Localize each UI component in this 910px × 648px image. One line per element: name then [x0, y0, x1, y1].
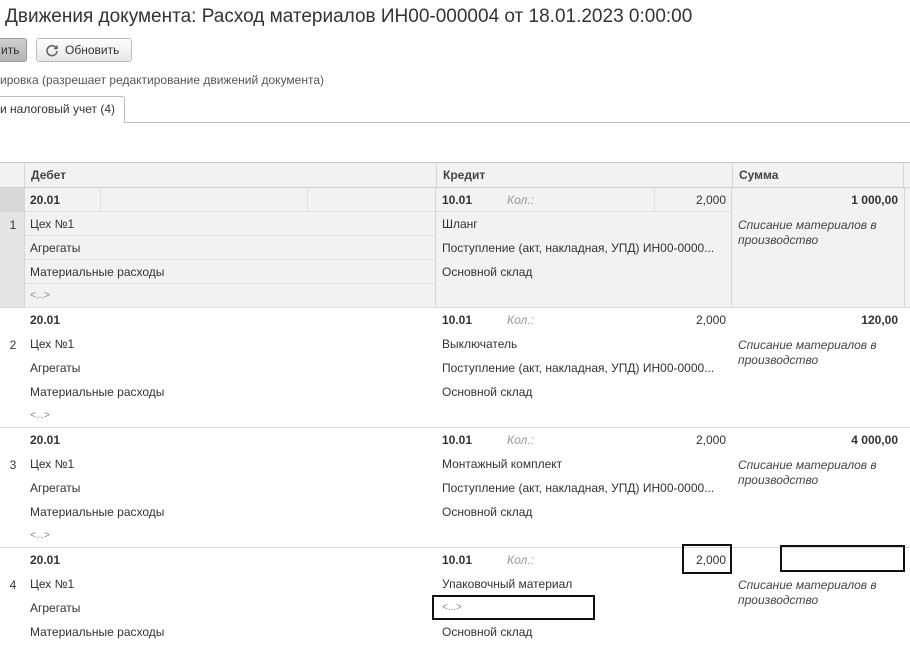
table-header: Дебет Кредит Сумма — [0, 163, 910, 188]
movements-table[interactable]: Дебет Кредит Сумма 1 20.01 Цех №1 Агрега… — [0, 162, 910, 648]
kredit-subconto-3[interactable]: Основной склад — [436, 260, 732, 284]
column-divider — [435, 188, 436, 307]
row-number-cell: 3 — [0, 428, 24, 547]
kredit-subconto-3[interactable]: Основной склад — [436, 380, 732, 404]
column-divider — [731, 188, 732, 307]
column-divider — [904, 188, 905, 307]
row-number: 3 — [9, 458, 17, 472]
debet-subconto-1[interactable]: Цех №1 — [24, 572, 436, 596]
debet-subconto-1[interactable]: Цех №1 — [24, 332, 436, 356]
cell-divider — [100, 188, 101, 212]
kredit-subconto-3[interactable]: Основной склад — [436, 500, 732, 524]
qty-label: Кол.: — [507, 313, 534, 327]
debet-subconto-3[interactable]: Материальные расходы — [24, 260, 436, 284]
refresh-button-label: Обновить — [65, 43, 120, 57]
kredit-subconto-1[interactable]: Выключатель — [436, 332, 732, 356]
tab-divider — [124, 122, 910, 123]
kredit-subconto-2[interactable]: Поступление (акт, накладная, УПД) ИН00-0… — [436, 236, 732, 260]
kredit-subconto-1[interactable]: Монтажный комплект — [436, 452, 732, 476]
cell-divider — [307, 188, 308, 212]
debet-subconto-3[interactable]: Материальные расходы — [24, 380, 436, 404]
subconto-highlight-box — [432, 595, 595, 620]
comment[interactable]: Списание материалов в производство — [738, 218, 898, 248]
table-row[interactable]: 3 20.01 Цех №1 Агрегаты Материальные рас… — [0, 428, 910, 548]
qty-label: Кол.: — [507, 193, 534, 207]
kredit-quantity[interactable]: 2,000 — [655, 308, 732, 332]
column-header-kredit[interactable]: Кредит — [436, 163, 732, 188]
qty-label: Кол.: — [507, 433, 534, 447]
row-number-cell: 1 — [0, 188, 24, 307]
column-divider — [24, 188, 25, 307]
kredit-quantity[interactable]: 2,000 — [655, 188, 732, 212]
amount[interactable]: 1 000,00 — [732, 188, 904, 212]
debet-account[interactable]: 20.01 — [24, 188, 436, 212]
comment[interactable]: Списание материалов в производство — [738, 338, 898, 368]
debet-subconto-2[interactable]: Агрегаты — [24, 476, 436, 500]
debet-subconto-empty[interactable]: <...> — [24, 404, 436, 428]
page-title: Движения документа: Расход материалов ИН… — [5, 6, 693, 27]
debet-account[interactable]: 20.01 — [24, 548, 436, 572]
debet-account[interactable]: 20.01 — [24, 308, 436, 332]
kredit-subconto-3[interactable]: Основной склад — [436, 620, 732, 644]
debet-subconto-2[interactable]: Агрегаты — [24, 236, 436, 260]
write-button[interactable]: ить — [0, 38, 27, 62]
manual-edit-checkbox-label[interactable]: ировка (разрешает редактирование движени… — [0, 73, 324, 87]
refresh-button[interactable]: Обновить — [36, 38, 132, 62]
debet-subconto-3[interactable]: Материальные расходы — [24, 500, 436, 524]
qty-label: Кол.: — [507, 553, 534, 567]
refresh-icon — [46, 44, 58, 57]
kredit-subconto-1[interactable]: Шланг — [436, 212, 732, 236]
row-number: 2 — [9, 338, 17, 352]
row-number: 4 — [9, 578, 17, 592]
kredit-subconto-2[interactable]: Поступление (акт, накладная, УПД) ИН00-0… — [436, 476, 732, 500]
table-row[interactable]: 4 20.01 Цех №1 Агрегаты Материальные рас… — [0, 544, 910, 648]
quantity-highlight-box — [682, 544, 732, 574]
amount[interactable]: 4 000,00 — [732, 428, 904, 452]
debet-account[interactable]: 20.01 — [24, 428, 436, 452]
table-row[interactable]: 1 20.01 Цех №1 Агрегаты Материальные рас… — [0, 188, 910, 308]
comment[interactable]: Списание материалов в производство — [738, 578, 898, 608]
debet-subconto-2[interactable]: Агрегаты — [24, 596, 436, 620]
kredit-subconto-2[interactable]: Поступление (акт, накладная, УПД) ИН00-0… — [436, 356, 732, 380]
row-number: 1 — [9, 218, 17, 232]
kredit-quantity[interactable]: 2,000 — [655, 428, 732, 452]
column-header-debet[interactable]: Дебет — [24, 163, 436, 188]
column-header-number[interactable] — [0, 163, 24, 188]
comment[interactable]: Списание материалов в производство — [738, 458, 898, 488]
debet-subconto-empty[interactable]: <...> — [24, 284, 436, 308]
debet-subconto-1[interactable]: Цех №1 — [24, 452, 436, 476]
write-button-label: ить — [1, 43, 20, 57]
column-header-summa[interactable]: Сумма — [732, 163, 904, 188]
table-row[interactable]: 2 20.01 Цех №1 Агрегаты Материальные рас… — [0, 308, 910, 428]
kredit-subconto-1[interactable]: Упаковочный материал — [436, 572, 732, 596]
debet-subconto-3[interactable]: Материальные расходы — [24, 620, 436, 644]
row-number-cell: 2 — [0, 308, 24, 427]
debet-subconto-1[interactable]: Цех №1 — [24, 212, 436, 236]
tab-accounting[interactable]: и налоговый учет (4) — [0, 96, 125, 123]
debet-subconto-2[interactable]: Агрегаты — [24, 356, 436, 380]
row-number-cell: 4 — [0, 548, 24, 648]
amount[interactable]: 120,00 — [732, 308, 904, 332]
row-marker — [0, 188, 24, 212]
debet-subconto-empty[interactable]: <...> — [24, 524, 436, 548]
amount-highlight-box — [780, 545, 905, 572]
